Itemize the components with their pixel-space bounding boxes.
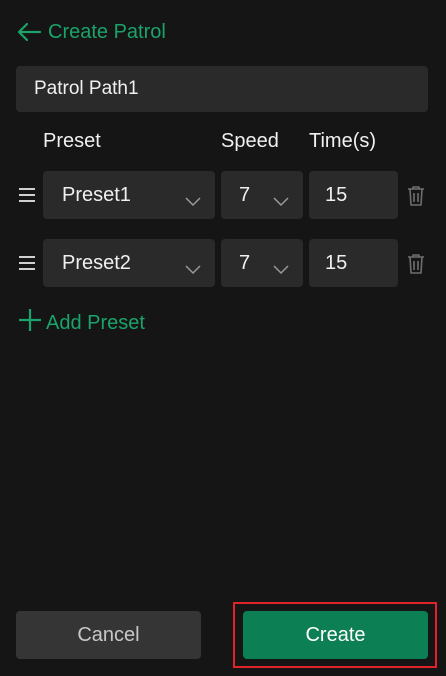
patrol-name-field[interactable]: Patrol Path1 xyxy=(16,66,428,112)
cancel-button[interactable]: Cancel xyxy=(16,611,201,659)
time-input-value: 15 xyxy=(325,183,348,206)
speed-select-value: 7 xyxy=(239,183,251,206)
page-title: Create Patrol xyxy=(48,20,166,43)
time-column-header: Time(s) xyxy=(309,130,377,152)
back-button[interactable]: Create Patrol xyxy=(16,18,166,46)
preset-select-value: Preset1 xyxy=(62,183,131,206)
patrol-name-value: Patrol Path1 xyxy=(34,78,139,99)
time-input[interactable]: 15 xyxy=(309,171,398,219)
time-input-value: 15 xyxy=(325,251,348,274)
create-button[interactable]: Create xyxy=(243,611,428,659)
drag-handle-icon[interactable] xyxy=(18,255,36,271)
preset-row: Preset2 7 15 xyxy=(0,239,446,287)
preset-select[interactable]: Preset2 xyxy=(43,239,215,287)
speed-select-value: 7 xyxy=(239,251,251,274)
add-preset-label: Add Preset xyxy=(46,311,145,334)
chevron-down-icon xyxy=(273,258,289,275)
preset-row: Preset1 7 15 xyxy=(0,171,446,219)
preset-column-header: Preset xyxy=(43,130,101,152)
preset-select-value: Preset2 xyxy=(62,251,131,274)
add-preset-button[interactable]: Add Preset xyxy=(18,309,145,337)
preset-select[interactable]: Preset1 xyxy=(43,171,215,219)
chevron-down-icon xyxy=(273,190,289,207)
drag-handle-icon[interactable] xyxy=(18,187,36,203)
plus-icon xyxy=(18,308,42,338)
time-input[interactable]: 15 xyxy=(309,239,398,287)
chevron-down-icon xyxy=(185,258,201,275)
speed-select[interactable]: 7 xyxy=(221,239,303,287)
speed-column-header: Speed xyxy=(221,130,279,152)
trash-icon[interactable] xyxy=(406,253,426,275)
trash-icon[interactable] xyxy=(406,185,426,207)
arrow-left-icon xyxy=(16,22,42,42)
speed-select[interactable]: 7 xyxy=(221,171,303,219)
chevron-down-icon xyxy=(185,190,201,207)
